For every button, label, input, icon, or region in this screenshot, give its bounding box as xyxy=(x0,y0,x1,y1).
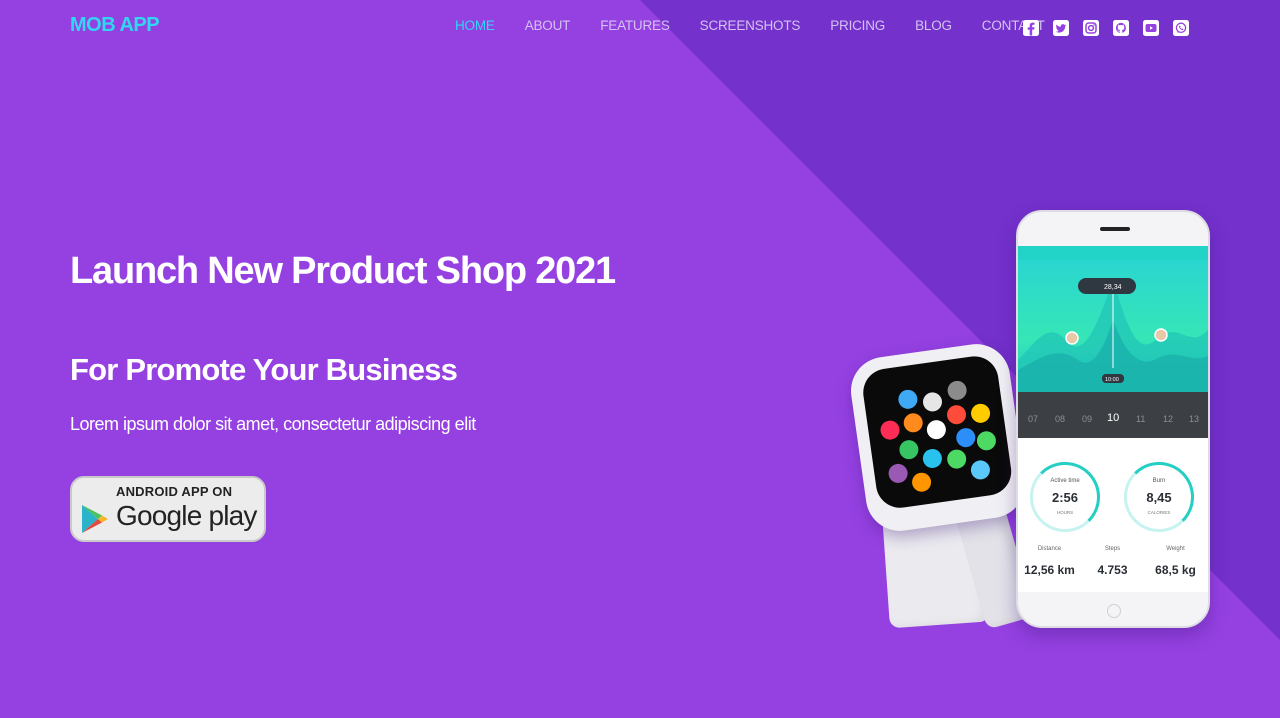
nav-blog[interactable]: BLOG xyxy=(915,18,952,33)
hero-title: Launch New Product Shop 2021 xyxy=(70,250,616,292)
instagram-icon[interactable] xyxy=(1082,19,1100,37)
phone-screen: 28,34 10:00 07 08 09 10 11 12 13 Active … xyxy=(1018,246,1208,592)
google-play-button[interactable]: ANDROID APP ON Google play xyxy=(70,476,266,542)
clock-app-icon xyxy=(925,418,948,441)
chart-time-label: 10:00 xyxy=(1105,377,1119,383)
hero-description: Lorem ipsum dolor sit amet, consectetur … xyxy=(70,414,476,434)
store-button-main-label: Google play xyxy=(116,500,257,531)
github-icon[interactable] xyxy=(1112,19,1130,37)
site-header: MOB APP HOME ABOUT FEATURES SCREENSHOTS … xyxy=(0,0,1280,56)
weight-stat: Weight 68,5 kg xyxy=(1155,546,1196,577)
main-nav: HOME ABOUT FEATURES SCREENSHOTS PRICING … xyxy=(455,18,1075,33)
activity-chart: 28,34 10:00 xyxy=(1018,260,1208,392)
youtube-icon[interactable] xyxy=(1142,19,1160,37)
smartwatch xyxy=(846,339,1030,536)
distance-stat: Distance 12,56 km xyxy=(1024,546,1075,577)
site-logo[interactable]: MOB APP xyxy=(70,14,160,37)
whatsapp-icon[interactable] xyxy=(1172,19,1190,37)
product-illustration: 28,34 10:00 07 08 09 10 11 12 13 Active … xyxy=(846,205,1220,635)
google-play-icon xyxy=(82,505,108,533)
nav-pricing[interactable]: PRICING xyxy=(830,18,885,33)
phone-home-button xyxy=(1107,604,1121,618)
watch-screen xyxy=(860,353,1015,511)
steps-stat: Steps 4.753 xyxy=(1097,546,1128,577)
social-links xyxy=(1022,19,1202,37)
nav-about[interactable]: ABOUT xyxy=(525,18,571,33)
facebook-icon[interactable] xyxy=(1022,19,1040,37)
store-button-top-label: ANDROID APP ON xyxy=(116,484,233,499)
smartphone: 28,34 10:00 07 08 09 10 11 12 13 Active … xyxy=(1016,210,1210,628)
date-selector: 07 08 09 10 11 12 13 xyxy=(1018,392,1208,438)
twitter-icon[interactable] xyxy=(1052,19,1070,37)
hero-subtitle: For Promote Your Business xyxy=(70,352,458,387)
nav-screenshots[interactable]: SCREENSHOTS xyxy=(700,18,801,33)
nav-home[interactable]: HOME xyxy=(455,18,495,33)
phone-speaker xyxy=(1100,227,1130,231)
nav-features[interactable]: FEATURES xyxy=(600,18,670,33)
chart-callout: 28,34 xyxy=(1104,284,1122,291)
current-date: 10 xyxy=(1107,412,1120,424)
